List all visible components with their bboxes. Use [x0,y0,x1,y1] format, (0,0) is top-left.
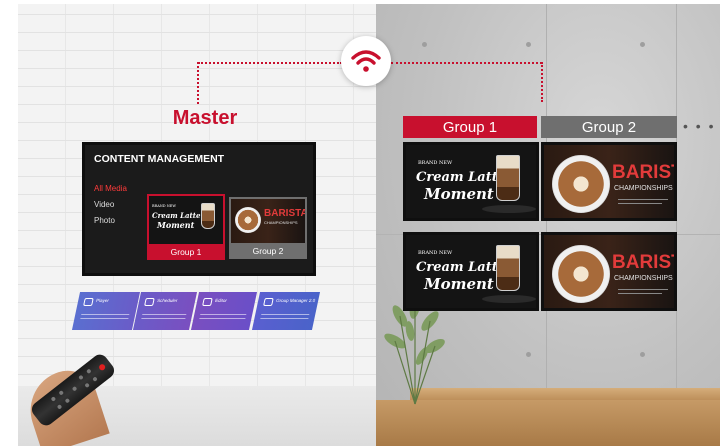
group-1-display-bottom: BRAND NEW Cream Latte Moment [403,232,539,311]
connection-line-left [198,62,342,64]
more-groups-indicator: • • • [683,118,716,134]
power-button-icon [97,363,107,372]
group-1-card-label: Group 1 [170,247,202,257]
latte-thumbnail: BRAND NEW Cream Latte Moment [149,196,223,244]
group-2-card-label: Group 2 [252,246,284,256]
connection-line-right-drop [541,62,543,102]
scene: Master CONTENT MANAGEMENT All Media Vide… [0,0,720,446]
connection-line-right [391,62,542,64]
player-icon [83,298,94,306]
group-1-display-top: BRAND NEW Cream Latte Moment [403,142,539,221]
connection-line-left-drop [197,62,199,104]
app-group-manager[interactable]: Group Manager 2.0 [251,292,321,330]
barista-thumbnail: BARISTA CHAMPIONSHIPS [231,199,305,243]
menu-item-photo[interactable]: Photo [94,213,127,229]
content-menu: All Media Video Photo [94,181,127,229]
app-editor[interactable]: Editor [190,292,258,330]
menu-item-all-media[interactable]: All Media [94,181,127,197]
editor-icon [202,298,213,306]
group-2-display-top: BARISTA CHAMPIONSHIPS [541,142,677,221]
calendar-icon [144,298,155,306]
group-2-tag: Group 2 [541,116,677,138]
group-1-tag: Group 1 [403,116,537,138]
wood-floor [376,400,720,446]
group-2-card[interactable]: BARISTA CHAMPIONSHIPS Group 2 [229,197,307,259]
menu-item-video[interactable]: Video [94,197,127,213]
group-2-display-bottom: BARISTA CHAMPIONSHIPS [541,232,677,311]
app-player[interactable]: Player [71,292,141,330]
wifi-icon [341,36,391,86]
app-scheduler[interactable]: Scheduler [132,292,198,330]
content-management-title: CONTENT MANAGEMENT [94,153,225,165]
master-label: Master [172,107,238,129]
master-tv: CONTENT MANAGEMENT All Media Video Photo… [82,142,316,276]
group-icon [263,298,274,306]
group-1-card[interactable]: BRAND NEW Cream Latte Moment Group 1 [147,194,225,260]
